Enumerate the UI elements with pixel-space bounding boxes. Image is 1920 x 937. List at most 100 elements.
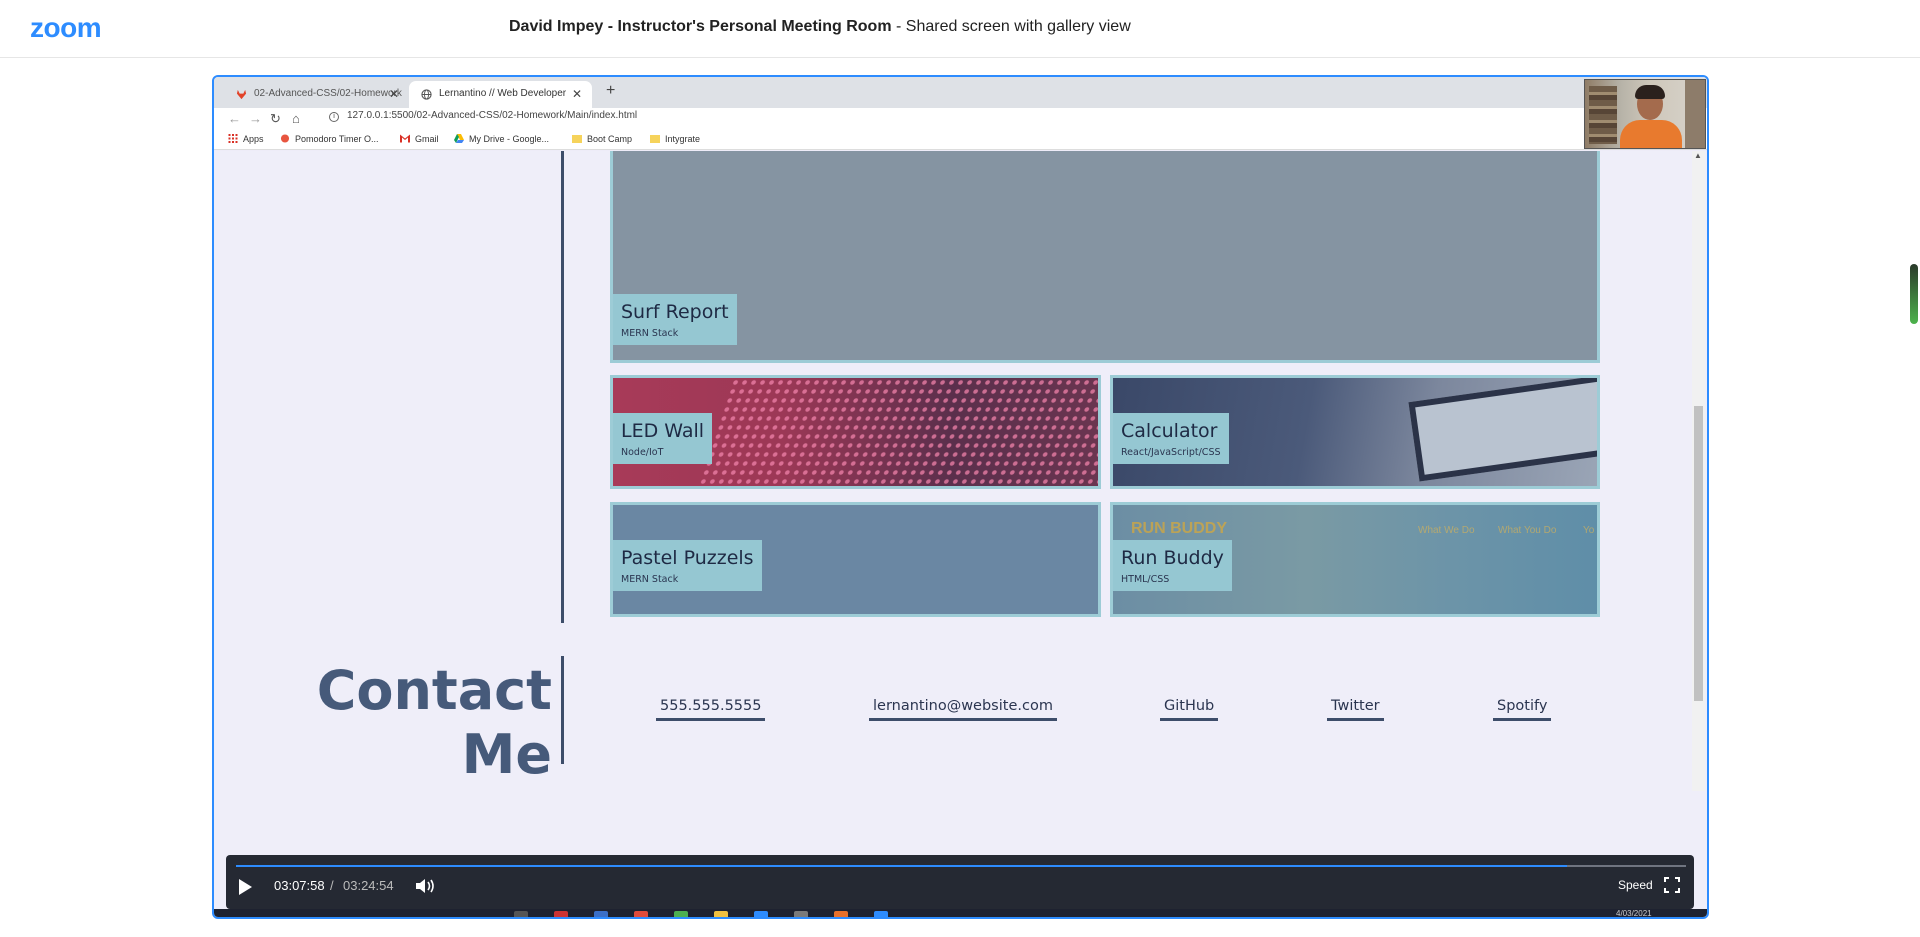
taskbar-app-icon[interactable]	[514, 911, 528, 917]
page-scrollbar[interactable]: ▲	[1692, 151, 1705, 791]
led-dot-pattern	[693, 378, 1098, 486]
bookmark-label: Boot Camp	[587, 134, 633, 144]
contact-twitter-link[interactable]: Twitter	[1327, 698, 1384, 721]
project-stack: HTML/CSS	[1121, 574, 1170, 585]
bookmark-label: My Drive - Google...	[469, 134, 550, 144]
project-label: Surf Report MERN Stack	[613, 294, 737, 345]
new-tab-button[interactable]: +	[606, 82, 615, 100]
project-title: Calculator	[1121, 420, 1218, 442]
shared-screen: 02-Advanced-CSS/02-Homework ✕ Lernantino…	[212, 75, 1709, 919]
contact-github-link[interactable]: GitHub	[1160, 698, 1219, 721]
home-icon[interactable]: ⌂	[292, 111, 300, 126]
meeting-view-mode: - Shared screen with gallery view	[891, 18, 1131, 35]
taskbar-app-icon[interactable]	[874, 911, 888, 917]
tab-portfolio[interactable]: Lernantino // Web Developer ✕	[409, 81, 592, 108]
current-time: 03:07:58	[274, 878, 325, 893]
project-label: Calculator React/JavaScript/CSS	[1113, 413, 1229, 464]
run-buddy-preview-title: RUN BUDDY	[1131, 520, 1227, 537]
contact-heading-line: Contact	[316, 659, 552, 722]
fullscreen-icon[interactable]	[1664, 877, 1680, 893]
section-divider	[561, 151, 564, 623]
bookmark-intygrate[interactable]: Intygrate	[650, 134, 700, 144]
forward-icon[interactable]: →	[249, 111, 262, 126]
total-time: 03:24:54	[343, 878, 394, 893]
url-text: 127.0.0.1:5500/02-Advanced-CSS/02-Homewo…	[347, 110, 638, 121]
taskbar-app-icon[interactable]	[834, 911, 848, 917]
project-stack: Node/IoT	[621, 447, 664, 458]
google-drive-icon	[454, 134, 464, 143]
close-icon[interactable]: ✕	[572, 87, 582, 101]
apps-grid-icon	[228, 134, 238, 143]
browser-toolbar: ← → ↻ ⌂ i 127.0.0.1:5500/02-Advanced-CSS/…	[214, 108, 1707, 130]
taskbar-app-icon[interactable]	[714, 911, 728, 917]
volume-icon[interactable]	[414, 877, 436, 895]
bookmark-pomodoro[interactable]: Pomodoro Timer O...	[280, 134, 379, 144]
taskbar-app-icon[interactable]	[634, 911, 648, 917]
contact-spotify-link[interactable]: Spotify	[1493, 698, 1552, 721]
info-icon[interactable]: i	[329, 112, 339, 122]
portfolio-page: Surf Report MERN Stack LED Wall Node/IoT…	[214, 151, 1707, 917]
play-icon[interactable]	[239, 879, 252, 895]
project-title: LED Wall	[621, 420, 705, 442]
taskbar-app-icon[interactable]	[674, 911, 688, 917]
bookmark-label: Gmail	[415, 134, 439, 144]
tab-gitlab[interactable]: 02-Advanced-CSS/02-Homework ✕	[224, 81, 409, 108]
project-card-calculator[interactable]: Calculator React/JavaScript/CSS	[1110, 375, 1600, 489]
back-icon[interactable]: ←	[228, 111, 241, 126]
run-buddy-preview-nav: Yo	[1583, 525, 1595, 536]
project-card-led-wall[interactable]: LED Wall Node/IoT	[610, 375, 1101, 489]
bookmark-label: Intygrate	[665, 134, 701, 144]
bookmark-drive[interactable]: My Drive - Google...	[454, 134, 549, 144]
progress-bar[interactable]	[236, 865, 1686, 867]
project-title: Pastel Puzzels	[621, 547, 754, 569]
taskbar-date: 4/03/2021	[1616, 909, 1652, 918]
contact-phone-link[interactable]: 555.555.5555	[656, 698, 766, 721]
bookmark-gmail[interactable]: Gmail	[400, 134, 439, 144]
project-title: Run Buddy	[1121, 547, 1224, 569]
bookmark-boot-camp[interactable]: Boot Camp	[572, 134, 632, 144]
tab-label: Lernantino // Web Developer	[439, 88, 567, 99]
project-title: Surf Report	[621, 301, 729, 323]
browser-tab-strip: 02-Advanced-CSS/02-Homework ✕ Lernantino…	[214, 77, 1707, 108]
project-label: LED Wall Node/IoT	[613, 413, 713, 464]
taskbar-app-icon[interactable]	[794, 911, 808, 917]
contact-heading: Contact Me	[314, 659, 552, 787]
close-icon[interactable]: ✕	[389, 87, 399, 101]
zoom-logo: zoom	[30, 12, 102, 43]
run-buddy-preview-nav: What You Do	[1498, 525, 1557, 536]
folder-icon	[572, 135, 582, 143]
project-stack: React/JavaScript/CSS	[1121, 447, 1221, 458]
progress-fill	[236, 865, 1568, 867]
tab-label: 02-Advanced-CSS/02-Homework	[254, 88, 402, 99]
zoom-scroll-indicator[interactable]	[1910, 264, 1918, 324]
contact-email-link[interactable]: lernantino@website.com	[869, 698, 1057, 721]
laptop-screen-image	[1408, 378, 1597, 482]
bookmark-apps[interactable]: Apps	[228, 134, 264, 144]
project-card-run-buddy[interactable]: RUN BUDDY What We Do What You Do Yo Run …	[1110, 502, 1600, 617]
project-card-pastel-puzzels[interactable]: Pastel Puzzels MERN Stack	[610, 502, 1101, 617]
taskbar-app-icon[interactable]	[594, 911, 608, 917]
scrollbar-thumb[interactable]	[1694, 406, 1703, 701]
project-label: Pastel Puzzels MERN Stack	[613, 540, 762, 591]
speed-button[interactable]: Speed	[1618, 878, 1653, 892]
tomato-icon	[280, 134, 290, 143]
scroll-up-icon[interactable]: ▲	[1694, 151, 1702, 160]
folder-icon	[650, 135, 660, 143]
project-card-surf-report[interactable]: Surf Report MERN Stack	[610, 151, 1600, 363]
project-label: Run Buddy HTML/CSS	[1113, 540, 1232, 591]
project-stack: MERN Stack	[621, 574, 679, 585]
gmail-icon	[400, 134, 410, 143]
taskbar-app-icon[interactable]	[554, 911, 568, 917]
background-wall	[1685, 80, 1705, 148]
bookshelf	[1589, 86, 1617, 144]
reload-icon[interactable]: ↻	[270, 111, 281, 127]
taskbar-app-icon[interactable]	[754, 911, 768, 917]
address-bar[interactable]: i 127.0.0.1:5500/02-Advanced-CSS/02-Homew…	[329, 110, 637, 122]
gitlab-icon	[236, 89, 247, 100]
zoom-top-bar: zoom David Impey - Instructor's Personal…	[0, 0, 1920, 58]
contact-heading-line: Me	[461, 723, 552, 786]
project-stack: MERN Stack	[621, 328, 679, 339]
meeting-host-room: David Impey - Instructor's Personal Meet…	[509, 18, 892, 35]
participant-video-thumbnail[interactable]	[1584, 79, 1706, 149]
bookmark-label: Pomodoro Timer O...	[295, 134, 379, 144]
